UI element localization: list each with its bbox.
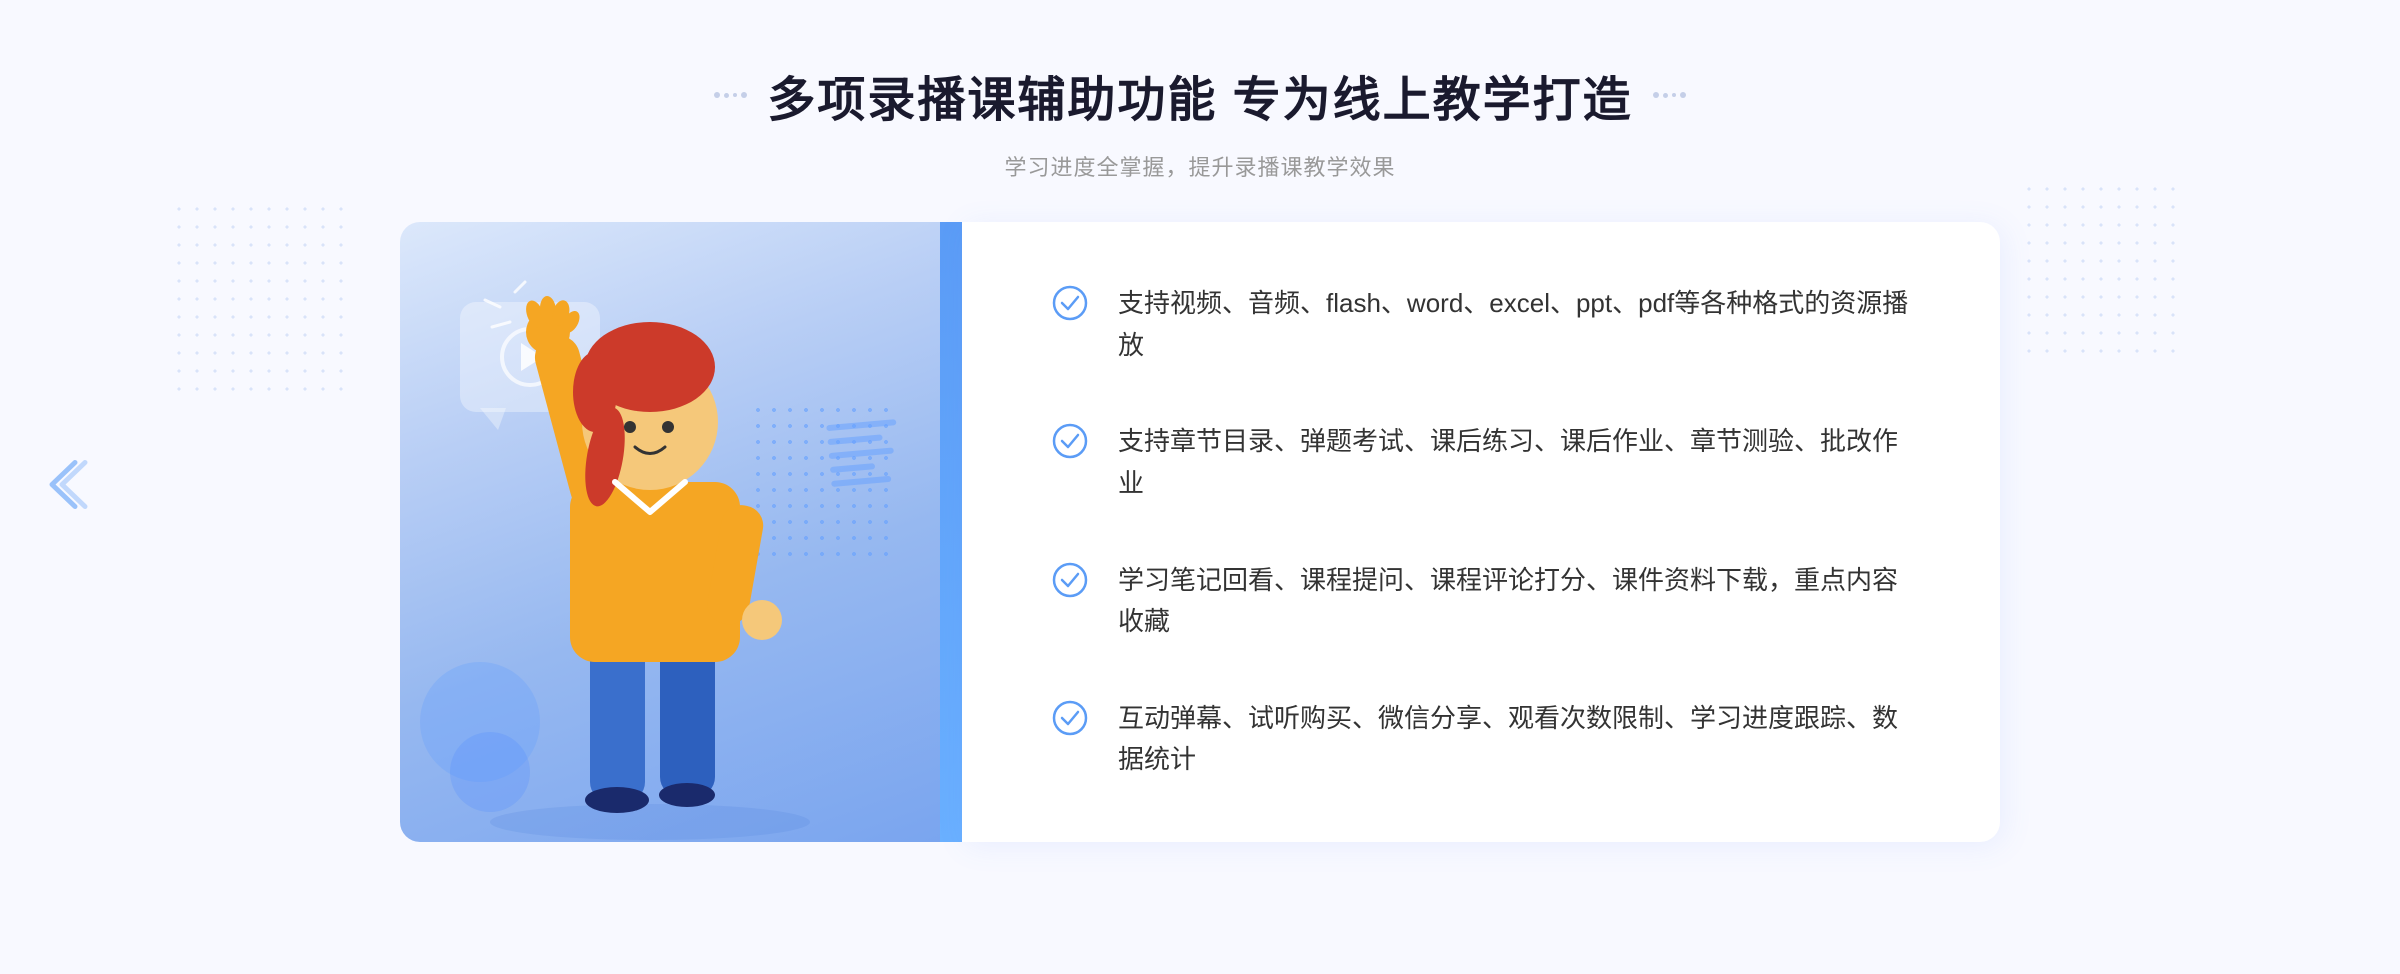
feature-text-4: 互动弹幕、试听购买、微信分享、观看次数限制、学习进度跟踪、数据统计 [1118,698,1910,781]
feature-item-1: 支持视频、音频、flash、word、excel、ppt、pdf等各种格式的资源… [1052,283,1910,366]
page-chevron-decoration[interactable] [40,455,90,520]
dot-4 [741,92,747,98]
dot-5 [1653,92,1659,98]
dot-6 [1663,93,1668,98]
page-title: 多项录播课辅助功能 专为线上教学打造 [767,60,1632,130]
features-card: 支持视频、音频、flash、word、excel、ppt、pdf等各种格式的资源… [962,222,2000,842]
check-icon-4 [1052,700,1088,736]
feature-text-1: 支持视频、音频、flash、word、excel、ppt、pdf等各种格式的资源… [1118,283,1910,366]
side-connector-bar [940,222,962,842]
person-illustration [430,262,910,842]
dot-8 [1680,92,1686,98]
dot-pattern-right [2020,180,2180,360]
check-icon-2 [1052,423,1088,459]
feature-item-3: 学习笔记回看、课程提问、课程评论打分、课件资料下载，重点内容收藏 [1052,560,1910,643]
card-container: 支持视频、音频、flash、word、excel、ppt、pdf等各种格式的资源… [400,222,2000,842]
illustration-card [400,222,940,842]
dot-pattern-left [170,200,350,400]
feature-item-2: 支持章节目录、弹题考试、课后练习、课后作业、章节测验、批改作业 [1052,421,1910,504]
page-wrapper: 多项录播课辅助功能 专为线上教学打造 学习进度全掌握，提升录播课教学效果 [0,0,2400,974]
header-title-row: 多项录播课辅助功能 专为线上教学打造 [714,60,1685,130]
check-icon-1 [1052,285,1088,321]
dot-2 [724,93,729,98]
check-icon-3 [1052,562,1088,598]
header-section: 多项录播课辅助功能 专为线上教学打造 学习进度全掌握，提升录播课教学效果 [714,0,1685,182]
title-decorator-right [1653,92,1686,98]
dot-3 [733,93,737,97]
dot-7 [1672,93,1676,97]
page-subtitle: 学习进度全掌握，提升录播课教学效果 [714,150,1685,182]
dot-1 [714,92,720,98]
title-decorator-left [714,92,747,98]
feature-item-4: 互动弹幕、试听购买、微信分享、观看次数限制、学习进度跟踪、数据统计 [1052,698,1910,781]
feature-text-3: 学习笔记回看、课程提问、课程评论打分、课件资料下载，重点内容收藏 [1118,560,1910,643]
feature-text-2: 支持章节目录、弹题考试、课后练习、课后作业、章节测验、批改作业 [1118,421,1910,504]
